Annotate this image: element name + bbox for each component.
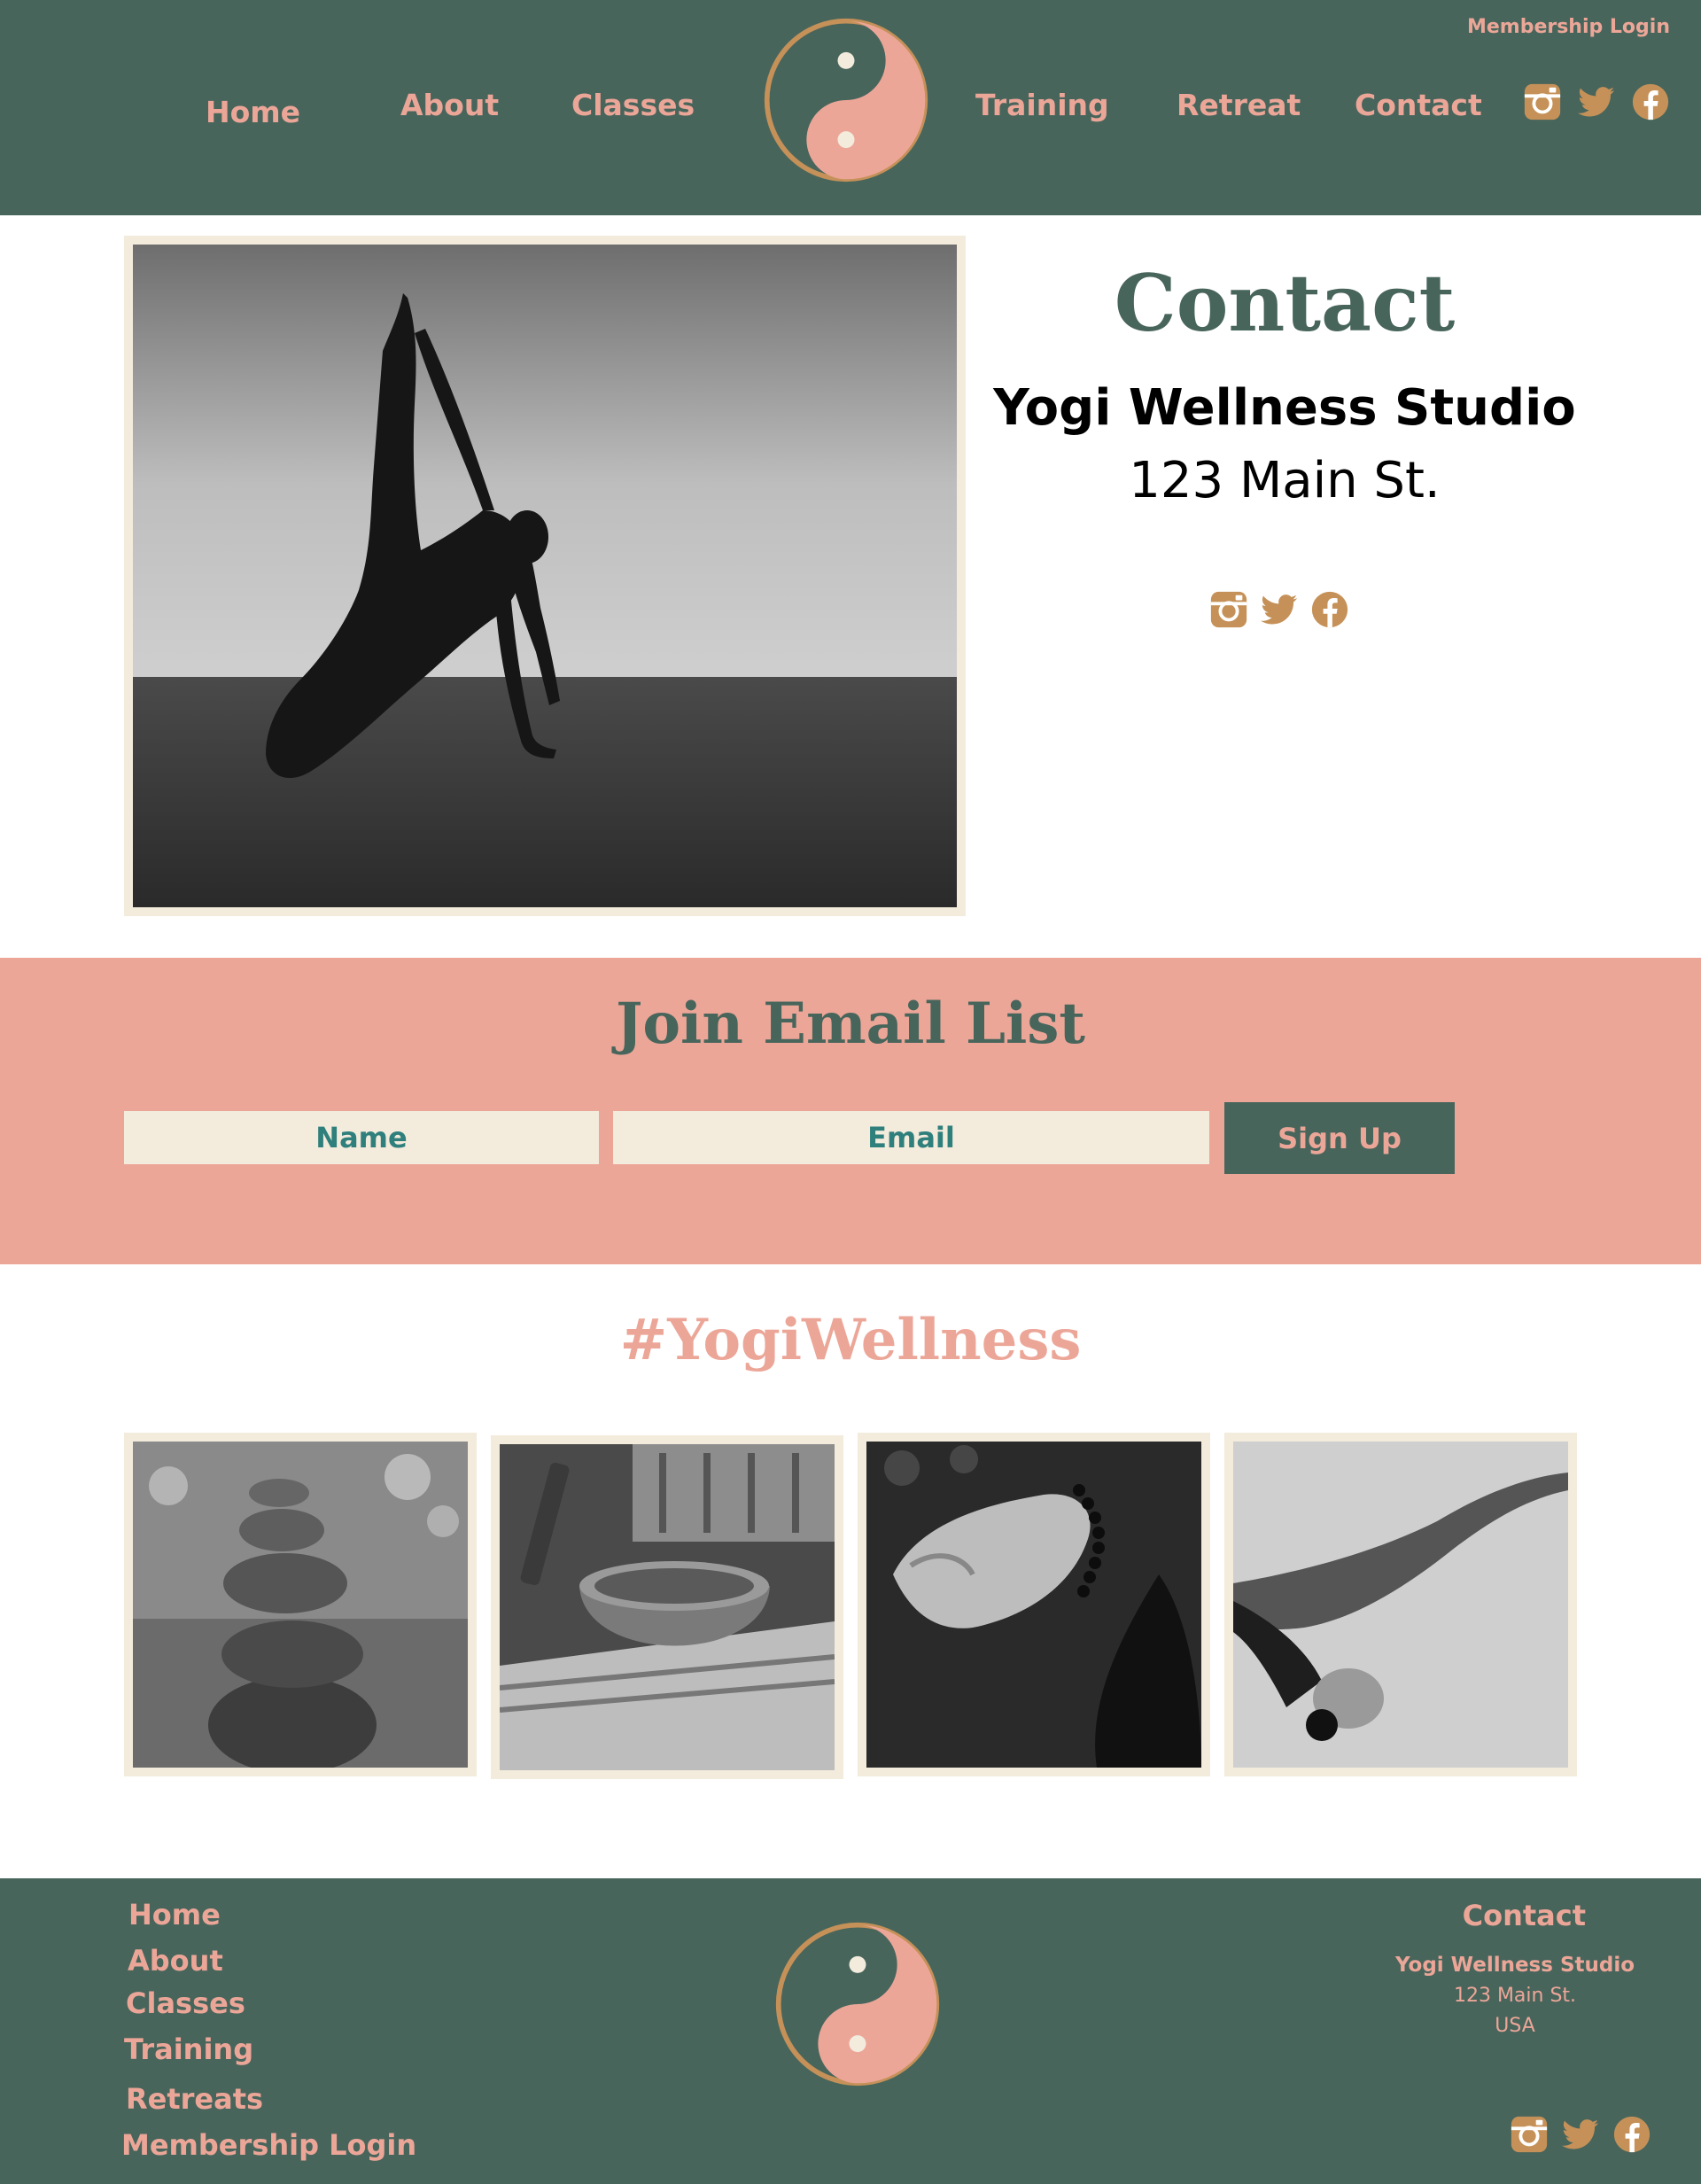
twitter-icon[interactable] [1259,589,1300,630]
header-social-icons [1522,82,1671,122]
email-list-heading: Join Email List [616,991,1085,1057]
nav-home[interactable]: Home [206,95,300,129]
footer-link-classes[interactable]: Classes [126,1986,245,2020]
twitter-icon[interactable] [1560,2114,1601,2155]
contact-social-icons [1208,589,1350,630]
nav-about[interactable]: About [400,88,499,122]
membership-login-link[interactable]: Membership Login [1467,16,1670,38]
sign-up-button[interactable]: Sign Up [1224,1102,1455,1174]
footer-address: 123 Main St. [1453,1985,1577,2007]
nav-contact[interactable]: Contact [1355,88,1482,122]
footer-contact-title: Contact [1462,1899,1586,1932]
footer-logo-yin-yang-icon[interactable] [773,1920,942,2088]
logo-yin-yang-icon[interactable] [762,16,930,184]
gallery-image-yoga-stretch[interactable] [1224,1433,1577,1776]
nav-training[interactable]: Training [975,88,1109,122]
gallery-image-meditation-hand[interactable] [858,1433,1210,1776]
studio-address: 123 Main St. [1129,452,1441,509]
facebook-icon[interactable] [1612,2114,1652,2155]
footer-link-home[interactable]: Home [128,1898,221,1931]
gallery-image-stones[interactable] [124,1433,477,1776]
contact-heading: Contact [1114,257,1456,349]
footer-contact-block: Yogi Wellness Studio 123 Main St. USA [1338,1949,1692,2041]
name-input[interactable] [124,1111,599,1164]
twitter-icon[interactable] [1576,82,1617,122]
footer-link-membership-login[interactable]: Membership Login [121,2128,416,2162]
facebook-icon[interactable] [1309,589,1350,630]
hashtag-heading: #YogiWellness [619,1307,1082,1373]
footer-social-icons [1509,2114,1652,2155]
facebook-icon[interactable] [1630,82,1671,122]
footer-link-retreats[interactable]: Retreats [126,2082,263,2116]
nav-retreat[interactable]: Retreat [1177,88,1301,122]
instagram-icon[interactable] [1208,589,1249,630]
footer-link-training[interactable]: Training [124,2032,253,2066]
instagram-icon[interactable] [1509,2114,1550,2155]
footer-link-about[interactable]: About [128,1944,223,1978]
yoga-pose-photo [133,245,957,907]
studio-name: Yogi Wellness Studio [993,379,1576,437]
instagram-icon[interactable] [1522,82,1563,122]
email-input[interactable] [613,1111,1209,1164]
footer-studio-name: Yogi Wellness Studio [1394,1954,1635,1977]
nav-classes[interactable]: Classes [571,88,695,122]
hero-photo-frame [124,236,966,916]
gallery-image-singing-bowl[interactable] [491,1435,843,1779]
footer-country: USA [1495,2015,1535,2037]
